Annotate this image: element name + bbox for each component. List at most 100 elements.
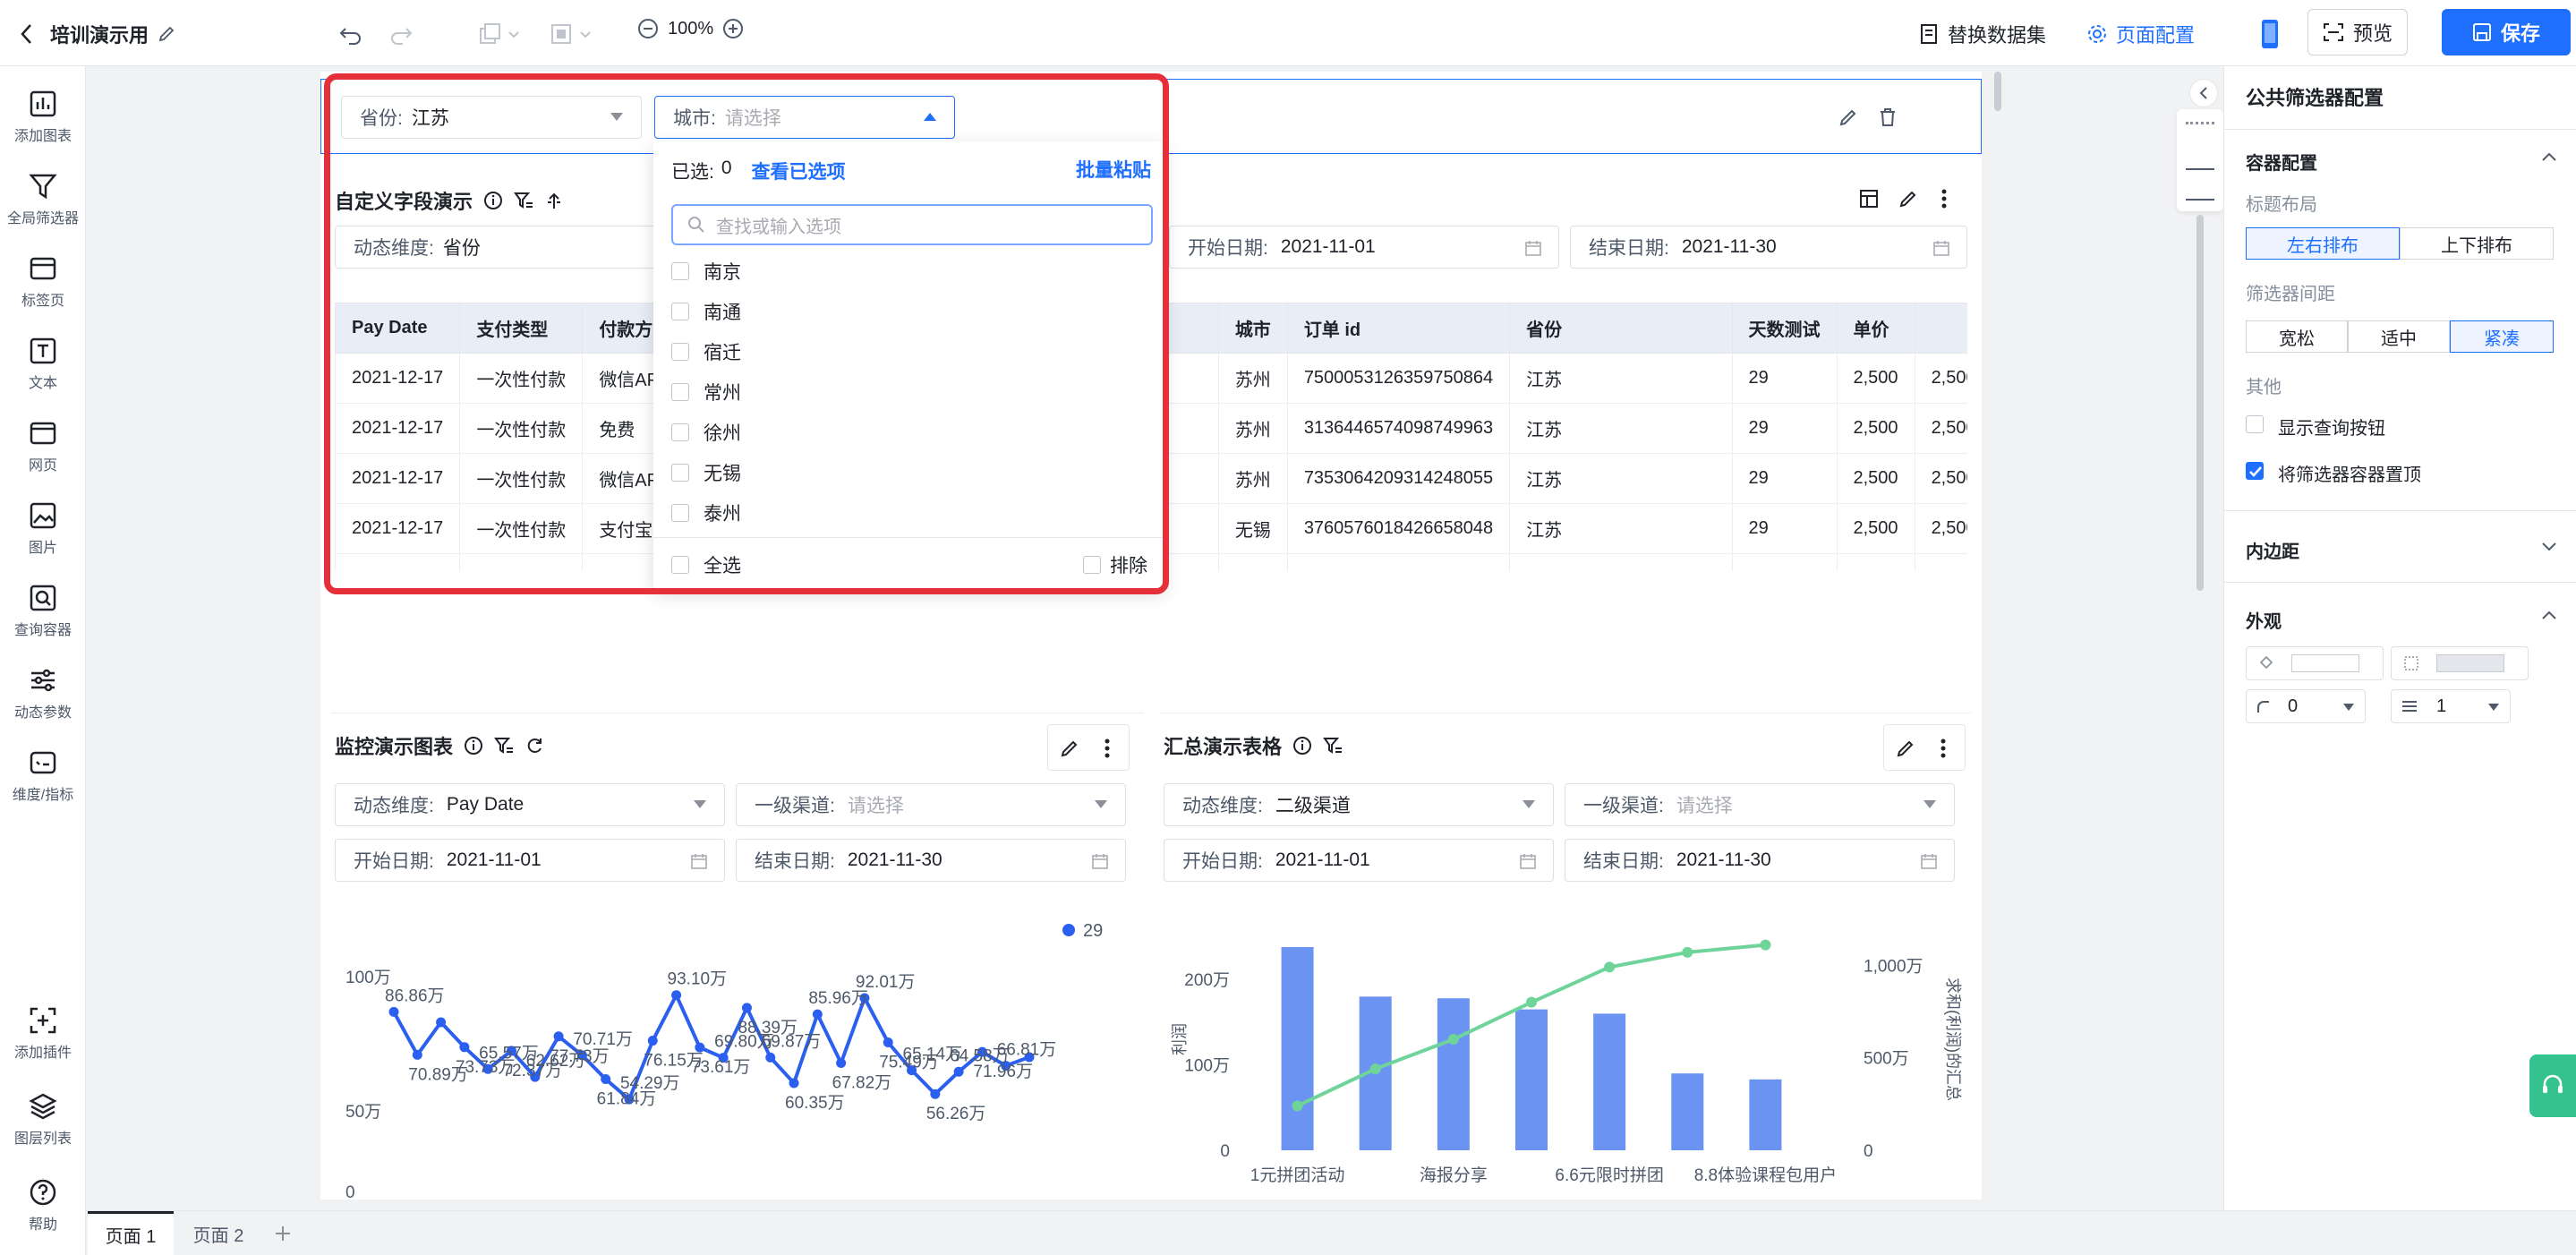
city-select[interactable]: 城市: 请选择 <box>654 96 955 139</box>
border-color-picker[interactable] <box>2391 646 2529 680</box>
option-item[interactable]: 徐州 <box>671 419 741 446</box>
table-settings-icon[interactable] <box>1851 181 1887 217</box>
back-button[interactable]: 培训演示用 <box>20 20 175 48</box>
sidebar-item-dimension-metric[interactable]: 维度/指标 <box>0 748 86 804</box>
table-header-cell[interactable]: 省份 <box>1509 303 1733 354</box>
edit-icon[interactable] <box>1052 730 1088 766</box>
chevron-up-icon[interactable] <box>2541 609 2557 621</box>
refresh-icon[interactable] <box>525 736 544 756</box>
option-checkbox[interactable] <box>671 262 689 280</box>
edit-icon[interactable] <box>1890 181 1926 217</box>
collapse-panel-icon[interactable] <box>2189 79 2218 107</box>
filter-linked-icon[interactable] <box>1323 736 1343 756</box>
layout-top-bottom-option[interactable]: 上下排布 <box>2400 227 2554 260</box>
align-icon[interactable] <box>544 16 598 52</box>
table-header-cell[interactable]: Pay Date <box>335 303 461 354</box>
option-checkbox[interactable] <box>671 383 689 401</box>
select-all-checkbox[interactable] <box>671 556 689 574</box>
preview-button[interactable]: 预览 <box>2307 9 2408 55</box>
line-chart-card[interactable]: 监控演示图表 动态维度: Pay Date 一级渠道: 请选择 开始日期: 20… <box>331 713 1144 1200</box>
option-item[interactable]: 无锡 <box>671 459 741 486</box>
more-icon[interactable] <box>1926 181 1962 217</box>
dimension-select[interactable]: 动态维度: Pay Date <box>335 783 725 826</box>
pin-container-checkbox[interactable] <box>2246 462 2264 480</box>
spacing-loose-option[interactable]: 宽松 <box>2246 320 2348 353</box>
select-all-option[interactable]: 全选 <box>671 551 741 578</box>
layout-left-right-option[interactable]: 左右排布 <box>2246 227 2400 260</box>
sidebar-item-webpage[interactable]: 网页 <box>0 419 86 474</box>
sidebar-item-layer-list[interactable]: 图层列表 <box>0 1092 86 1148</box>
province-select[interactable]: 省份: 江苏 <box>341 96 642 139</box>
sidebar-item-image[interactable]: 图片 <box>0 501 86 557</box>
option-checkbox[interactable] <box>671 423 689 441</box>
table-header-cell[interactable]: 订单 id <box>1286 303 1511 354</box>
table-header-cell[interactable]: 支付类型 <box>459 303 584 354</box>
save-button[interactable]: 保存 <box>2442 9 2571 55</box>
zoom-in-icon[interactable] <box>722 18 744 39</box>
start-date-picker[interactable]: 开始日期: 2021-11-01 <box>1169 226 1559 269</box>
fill-color-picker[interactable] <box>2246 646 2384 680</box>
sidebar-item-help[interactable]: 帮助 <box>0 1178 86 1234</box>
sidebar-item-add-plugin[interactable]: 添加插件 <box>0 1006 86 1062</box>
option-search-input[interactable]: 查找或输入选项 <box>671 204 1153 245</box>
option-item[interactable]: 南通 <box>671 298 741 325</box>
table-header-cell[interactable]: 天数测试 <box>1731 303 1838 354</box>
table-header-cell[interactable] <box>1914 303 1967 354</box>
bar-chart-card[interactable]: 汇总演示表格 动态维度: 二级渠道 一级渠道: 请选择 开始日期: 2021-1… <box>1160 713 1971 1200</box>
replace-dataset-button[interactable]: 替换数据集 <box>1919 20 2046 48</box>
option-checkbox[interactable] <box>671 343 689 361</box>
info-icon[interactable] <box>464 736 483 756</box>
page-config-button[interactable]: 页面配置 <box>2087 20 2195 48</box>
undo-icon[interactable] <box>333 16 369 52</box>
chevron-down-icon[interactable] <box>2541 541 2557 553</box>
resize-handle[interactable] <box>1994 72 2005 111</box>
drill-icon[interactable] <box>544 191 564 210</box>
show-query-button-checkbox[interactable] <box>2246 415 2264 433</box>
view-selected-link[interactable]: 查看已选项 <box>752 158 846 184</box>
end-date-picker[interactable]: 结束日期: 2021-11-30 <box>1565 839 1955 882</box>
edit-icon[interactable] <box>1830 99 1866 135</box>
channel-select[interactable]: 一级渠道: 请选择 <box>1565 783 1955 826</box>
redo-icon[interactable] <box>383 16 419 52</box>
chevron-up-icon[interactable] <box>2541 150 2557 163</box>
edit-icon[interactable] <box>158 25 175 43</box>
dimension-select[interactable]: 动态维度: 二级渠道 <box>1164 783 1554 826</box>
option-checkbox[interactable] <box>671 303 689 320</box>
start-date-picker[interactable]: 开始日期: 2021-11-01 <box>1164 839 1554 882</box>
sidebar-item-add-chart[interactable]: 添加图表 <box>0 90 86 145</box>
copy-icon[interactable] <box>473 16 526 52</box>
sidebar-item-text[interactable]: 文本 <box>0 337 86 392</box>
drag-handle-icon[interactable] <box>2186 122 2214 125</box>
spacing-compact-option[interactable]: 紧凑 <box>2450 320 2554 353</box>
radius-select[interactable]: 0 <box>2246 689 2366 723</box>
end-date-picker[interactable]: 结束日期: 2021-11-30 <box>1570 226 1967 269</box>
more-icon[interactable] <box>1089 730 1125 766</box>
end-date-picker[interactable]: 结束日期: 2021-11-30 <box>736 839 1126 882</box>
section-padding[interactable]: 内边距 <box>2246 537 2299 563</box>
more-icon[interactable] <box>1925 730 1961 766</box>
delete-icon[interactable] <box>1870 99 1906 135</box>
option-item[interactable]: 南京 <box>671 258 741 285</box>
info-icon[interactable] <box>483 191 503 210</box>
option-item[interactable]: 宿迁 <box>671 338 741 365</box>
filter-linked-icon[interactable] <box>514 191 533 210</box>
spacing-medium-option[interactable]: 适中 <box>2348 320 2450 353</box>
add-page-icon[interactable] <box>265 1211 301 1255</box>
table-header-cell[interactable]: 单价 <box>1836 303 1915 354</box>
option-item[interactable]: 泰州 <box>671 499 741 526</box>
info-icon[interactable] <box>1292 736 1312 756</box>
channel-select[interactable]: 一级渠道: 请选择 <box>736 783 1126 826</box>
exclude-option[interactable]: 排除 <box>1083 551 1147 578</box>
filter-linked-icon[interactable] <box>494 736 514 756</box>
table-header-cell[interactable]: 城市 <box>1217 303 1288 354</box>
vertical-scrollbar[interactable] <box>2196 215 2204 591</box>
zoom-out-icon[interactable] <box>637 18 659 39</box>
option-checkbox[interactable] <box>671 464 689 482</box>
exclude-checkbox[interactable] <box>1083 556 1101 574</box>
tab-page-1[interactable]: 页面 1 <box>88 1211 174 1255</box>
tab-page-2[interactable]: 页面 2 <box>175 1211 261 1255</box>
batch-paste-link[interactable]: 批量粘贴 <box>1076 156 1151 183</box>
option-item[interactable]: 常州 <box>671 379 741 406</box>
customer-service-icon[interactable] <box>2529 1054 2576 1117</box>
edit-icon[interactable] <box>1888 730 1923 766</box>
